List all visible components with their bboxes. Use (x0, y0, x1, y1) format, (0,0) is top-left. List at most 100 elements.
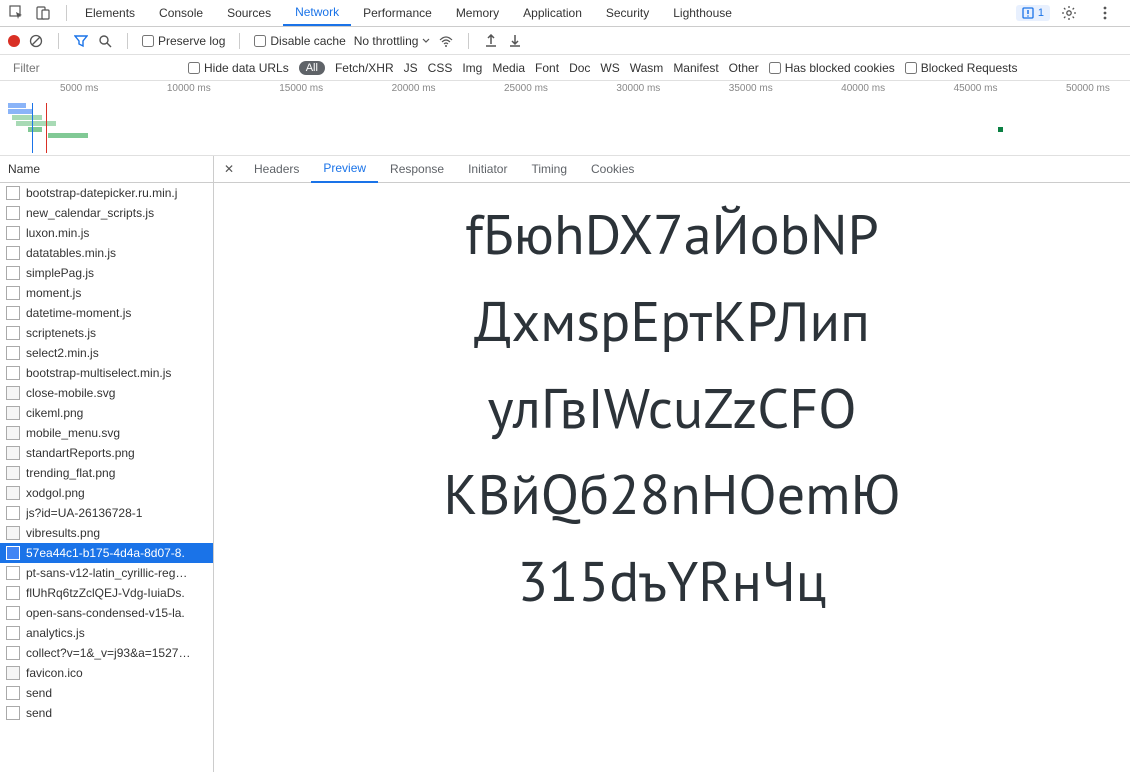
filter-type-doc[interactable]: Doc (569, 61, 590, 75)
file-icon (6, 606, 20, 620)
file-icon (6, 406, 20, 420)
filter-type-manifest[interactable]: Manifest (673, 61, 718, 75)
request-name: standartReports.png (26, 446, 135, 460)
request-row[interactable]: bootstrap-multiselect.min.js (0, 363, 213, 383)
request-row[interactable]: moment.js (0, 283, 213, 303)
throttling-select[interactable]: No throttling (354, 34, 431, 48)
request-row[interactable]: trending_flat.png (0, 463, 213, 483)
request-row[interactable]: collect?v=1&_v=j93&a=1527… (0, 643, 213, 663)
filter-type-media[interactable]: Media (492, 61, 525, 75)
request-row[interactable]: scriptenets.js (0, 323, 213, 343)
issues-badge[interactable]: 1 (1016, 5, 1050, 21)
detail-tab-preview[interactable]: Preview (311, 156, 378, 183)
more-icon[interactable] (1096, 4, 1114, 22)
file-icon (6, 266, 20, 280)
request-row[interactable]: close-mobile.svg (0, 383, 213, 403)
filter-icon[interactable] (73, 33, 89, 49)
request-row[interactable]: datatables.min.js (0, 243, 213, 263)
request-row[interactable]: flUhRq6tzZclQEJ-Vdg-IuiaDs. (0, 583, 213, 603)
request-row[interactable]: select2.min.js (0, 343, 213, 363)
request-name: open-sans-condensed-v15-la. (26, 606, 185, 620)
request-row[interactable]: favicon.ico (0, 663, 213, 683)
filter-type-other[interactable]: Other (729, 61, 759, 75)
request-row[interactable]: standartReports.png (0, 443, 213, 463)
request-row[interactable]: xodgol.png (0, 483, 213, 503)
filter-input[interactable] (8, 58, 178, 78)
filter-bar: Hide data URLs All Fetch/XHR JS CSS Img Medi… (0, 55, 1130, 81)
file-icon (6, 386, 20, 400)
detail-tab-initiator[interactable]: Initiator (456, 156, 519, 183)
detail-pane: ✕ HeadersPreviewResponseInitiatorTimingC… (214, 156, 1130, 772)
request-row[interactable]: datetime-moment.js (0, 303, 213, 323)
settings-gear-icon[interactable] (1060, 4, 1078, 22)
timeline-overview[interactable]: 5000 ms10000 ms15000 ms20000 ms25000 ms3… (0, 81, 1130, 156)
panel-tab-network[interactable]: Network (283, 0, 351, 26)
panel-tab-memory[interactable]: Memory (444, 0, 511, 26)
filter-type-img[interactable]: Img (462, 61, 482, 75)
panel-tab-elements[interactable]: Elements (73, 0, 147, 26)
filter-type-css[interactable]: CSS (428, 61, 453, 75)
separator (58, 33, 59, 49)
has-blocked-cookies-checkbox[interactable]: Has blocked cookies (769, 61, 895, 75)
request-name: xodgol.png (26, 486, 85, 500)
close-icon[interactable]: ✕ (220, 160, 238, 178)
request-row[interactable]: pt-sans-v12-latin_cyrillic-reg… (0, 563, 213, 583)
request-row[interactable]: open-sans-condensed-v15-la. (0, 603, 213, 623)
requests-list[interactable]: bootstrap-datepicker.ru.min.jnew_calenda… (0, 183, 213, 772)
preview-content: fБюhDX7аЙоbNР ДxмspЕртКРЛип улГвIWcuZzСF… (443, 191, 900, 625)
request-row[interactable]: send (0, 703, 213, 723)
record-button[interactable] (8, 35, 20, 47)
file-icon (6, 706, 20, 720)
request-row[interactable]: 57ea44c1-b175-4d4a-8d07-8. (0, 543, 213, 563)
filter-type-all[interactable]: All (299, 61, 325, 75)
detail-tab-headers[interactable]: Headers (242, 156, 311, 183)
request-row[interactable]: luxon.min.js (0, 223, 213, 243)
blocked-requests-checkbox[interactable]: Blocked Requests (905, 61, 1018, 75)
export-icon[interactable] (507, 33, 523, 49)
request-row[interactable]: new_calendar_scripts.js (0, 203, 213, 223)
panel-tab-lighthouse[interactable]: Lighthouse (661, 0, 744, 26)
disable-cache-checkbox[interactable]: Disable cache (254, 34, 345, 48)
filter-type-ws[interactable]: WS (600, 61, 619, 75)
hide-data-urls-checkbox[interactable]: Hide data URLs (188, 61, 289, 75)
timeline-tick: 20000 ms (392, 83, 436, 94)
throttling-value: No throttling (354, 34, 419, 48)
detail-tab-cookies[interactable]: Cookies (579, 156, 646, 183)
file-icon (6, 626, 20, 640)
filter-type-wasm[interactable]: Wasm (630, 61, 664, 75)
request-name: bootstrap-multiselect.min.js (26, 366, 171, 380)
panel-tab-performance[interactable]: Performance (351, 0, 444, 26)
request-row[interactable]: cikeml.png (0, 403, 213, 423)
request-row[interactable]: simplePag.js (0, 263, 213, 283)
file-icon (6, 226, 20, 240)
panel-tab-security[interactable]: Security (594, 0, 661, 26)
file-icon (6, 286, 20, 300)
panel-tab-console[interactable]: Console (147, 0, 215, 26)
panel-tab-application[interactable]: Application (511, 0, 594, 26)
import-icon[interactable] (483, 33, 499, 49)
clear-icon[interactable] (28, 33, 44, 49)
request-row[interactable]: mobile_menu.svg (0, 423, 213, 443)
filter-type-font[interactable]: Font (535, 61, 559, 75)
preserve-log-label: Preserve log (158, 34, 225, 48)
request-row[interactable]: vibresults.png (0, 523, 213, 543)
request-name: flUhRq6tzZclQEJ-Vdg-IuiaDs. (26, 586, 185, 600)
preserve-log-checkbox[interactable]: Preserve log (142, 34, 225, 48)
panel-tab-sources[interactable]: Sources (215, 0, 283, 26)
inspect-icon[interactable] (8, 4, 26, 22)
device-toggle-icon[interactable] (34, 4, 52, 22)
request-row[interactable]: bootstrap-datepicker.ru.min.j (0, 183, 213, 203)
request-row[interactable]: js?id=UA-26136728-1 (0, 503, 213, 523)
detail-tab-response[interactable]: Response (378, 156, 456, 183)
file-icon (6, 566, 20, 580)
request-row[interactable]: send (0, 683, 213, 703)
detail-tab-timing[interactable]: Timing (519, 156, 579, 183)
separator (239, 33, 240, 49)
filter-type-js[interactable]: JS (404, 61, 418, 75)
filter-type-fetchxhr[interactable]: Fetch/XHR (335, 61, 394, 75)
network-conditions-icon[interactable] (438, 33, 454, 49)
request-row[interactable]: analytics.js (0, 623, 213, 643)
search-icon[interactable] (97, 33, 113, 49)
request-name: vibresults.png (26, 526, 100, 540)
name-column-header[interactable]: Name (0, 156, 213, 183)
